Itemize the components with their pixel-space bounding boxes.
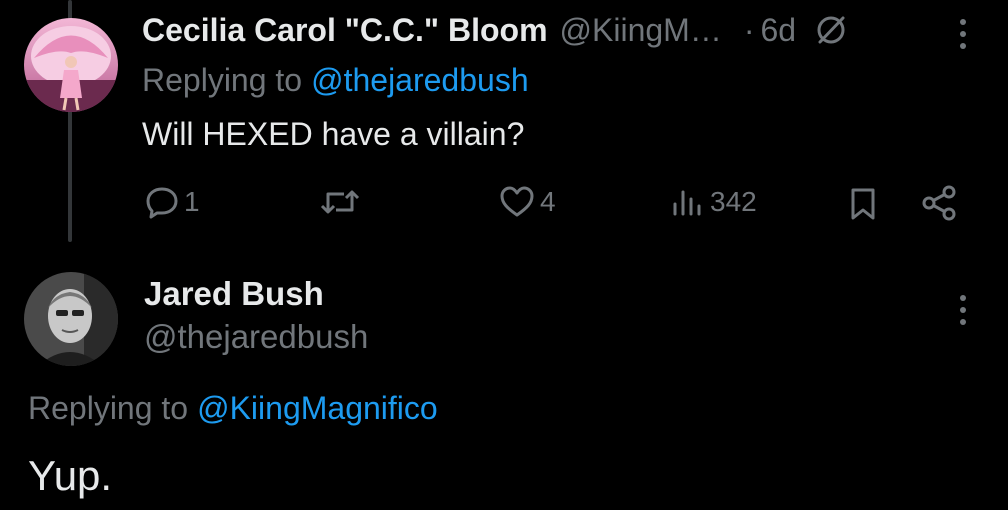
author-handle[interactable]: @KiingM… — [560, 12, 722, 49]
author-handle[interactable]: @thejaredbush — [144, 318, 368, 356]
tweet-text: Will HEXED have a villain? — [142, 116, 525, 152]
author-name[interactable]: Cecilia Carol "C.C." Bloom — [142, 12, 548, 49]
like-count: 4 — [540, 186, 556, 217]
share-icon — [920, 184, 960, 222]
replying-to: Replying to @KiingMagnifico — [28, 390, 438, 427]
bookmark-button[interactable] — [848, 186, 878, 222]
replying-to-link[interactable]: @thejaredbush — [311, 62, 529, 99]
reply-count: 1 — [184, 186, 200, 217]
replying-label: Replying to — [142, 62, 303, 98]
community-note-icon — [814, 13, 848, 47]
avatar-cecilia[interactable] — [24, 18, 118, 112]
views-button[interactable]: 342 — [670, 184, 757, 220]
bookmark-icon — [848, 186, 878, 222]
author-name[interactable]: Jared Bush — [144, 275, 324, 312]
replying-label: Replying to — [28, 390, 189, 426]
replying-to: Replying to @thejaredbush — [142, 62, 529, 99]
repost-button[interactable] — [318, 184, 362, 220]
tweet-text: Yup. — [28, 452, 113, 499]
reply-icon — [144, 184, 180, 220]
replying-to-link[interactable]: @KiingMagnifico — [197, 390, 438, 427]
repost-icon — [318, 184, 362, 220]
more-icon[interactable] — [952, 16, 974, 52]
like-icon — [498, 184, 536, 220]
separator: · — [743, 11, 755, 48]
timestamp[interactable]: 6d — [760, 12, 796, 49]
reply-button[interactable]: 1 — [144, 184, 200, 220]
share-button[interactable] — [920, 184, 960, 222]
more-icon[interactable] — [952, 292, 974, 328]
like-button[interactable]: 4 — [498, 184, 556, 220]
views-icon — [670, 184, 704, 220]
views-count: 342 — [710, 186, 757, 217]
avatar-jared[interactable] — [24, 272, 118, 366]
